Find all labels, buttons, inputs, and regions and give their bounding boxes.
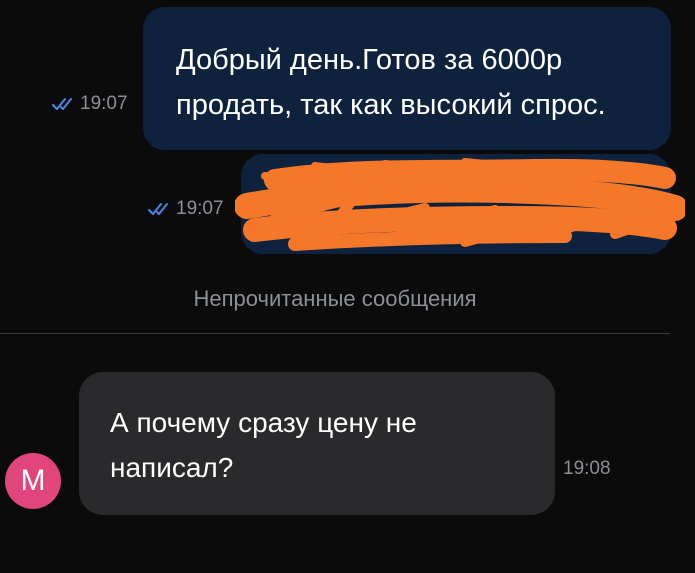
message-text: Добрый день.Готов за 6000р продать, так … [176,44,606,121]
outgoing-message-bubble[interactable]: Добрый день.Готов за 6000р продать, так … [143,7,671,150]
redaction-scribble [235,158,685,251]
unread-messages-label: Непрочитанные сообщения [193,286,477,311]
unread-divider [0,333,670,334]
avatar-initial: M [20,464,46,497]
message-meta: 19:07 [148,198,224,220]
message-time: 19:07 [176,198,224,219]
message-time: 19:08 [563,458,611,479]
message-text: А почему сразу цену не написал? [110,407,417,483]
chat-area: 19:07 Добрый день.Готов за 6000р продать… [0,0,695,573]
message-meta: 19:07 [52,93,128,115]
avatar[interactable]: M [5,453,61,509]
incoming-message-bubble[interactable]: А почему сразу цену не написал? [79,372,555,515]
message-time: 19:07 [80,93,128,114]
double-check-icon [52,98,72,110]
double-check-icon [148,203,168,215]
